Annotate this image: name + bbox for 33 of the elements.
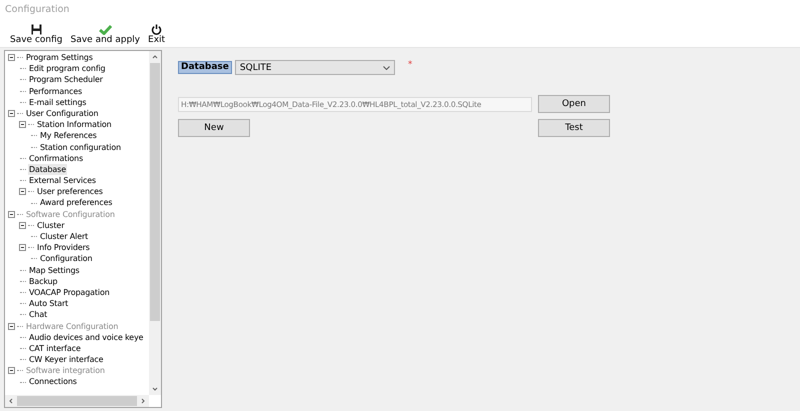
power-icon <box>151 24 162 35</box>
database-label: Database <box>178 61 232 74</box>
new-button[interactable]: New <box>178 119 250 137</box>
tree-item[interactable]: Station configuration <box>39 142 122 153</box>
tree-item[interactable]: Award preferences <box>39 197 114 209</box>
checkmark-icon <box>98 24 112 35</box>
collapse-toggle-icon[interactable] <box>8 54 15 62</box>
horizontal-scrollbar[interactable] <box>5 395 149 407</box>
tree-item[interactable]: Station Information <box>36 119 112 130</box>
tree-item[interactable]: User Configuration <box>25 108 100 120</box>
collapse-toggle-icon[interactable] <box>8 110 15 118</box>
vertical-scrollbar[interactable] <box>149 51 161 395</box>
window-title: Configuration <box>0 0 800 20</box>
toolbar-button[interactable]: Exit <box>148 24 166 45</box>
collapse-toggle-icon[interactable] <box>19 188 26 196</box>
tree-item[interactable]: Edit program config <box>28 63 106 74</box>
tree-item[interactable]: External Services <box>28 175 97 186</box>
tree-item[interactable]: Database <box>28 164 67 176</box>
required-mark: * <box>408 60 412 70</box>
tree-item[interactable]: E-mail settings <box>28 96 88 108</box>
tree-item[interactable]: Confirmations <box>28 152 84 164</box>
tree-item[interactable]: Program Scheduler <box>28 74 104 86</box>
open-button[interactable]: Open <box>538 95 610 113</box>
tree-item[interactable]: Performances <box>28 86 84 97</box>
toolbar-button[interactable]: Save and apply <box>70 24 140 45</box>
test-button[interactable]: Test <box>538 119 610 137</box>
tree-item[interactable]: Program Settings <box>25 52 94 64</box>
tree-item[interactable]: My References <box>39 130 98 142</box>
toolbar-button[interactable]: Save config <box>10 24 62 45</box>
database-dropdown[interactable]: SQLITE <box>234 60 395 75</box>
collapse-toggle-icon[interactable] <box>19 121 26 128</box>
chevron-down-icon <box>382 66 390 70</box>
tree-item[interactable]: User preferences <box>36 186 104 198</box>
